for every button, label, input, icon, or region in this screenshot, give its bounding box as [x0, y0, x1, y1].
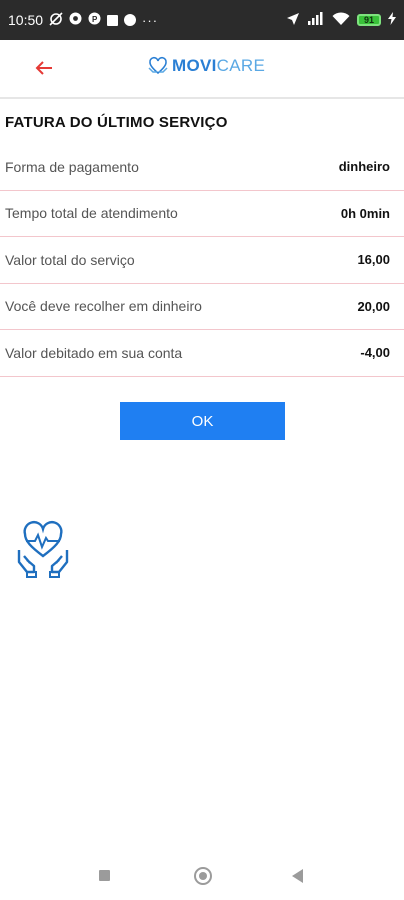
invoice-row-cash-to-collect: Você deve recolher em dinheiro 20,00 [0, 284, 404, 330]
back-arrow-icon [35, 61, 52, 75]
alarm-off-icon [49, 11, 63, 29]
home-button[interactable] [194, 867, 212, 885]
battery-icon: 91 [357, 14, 381, 26]
movicare-logo-icon [148, 56, 168, 75]
invoice-row-payment-method: Forma de pagamento dinheiro [0, 144, 404, 191]
row-value: 0h 0min [340, 205, 390, 221]
logo-text-movi: MOVI [172, 56, 217, 75]
invoice-row-service-total: Valor total do serviço 16,00 [0, 237, 404, 284]
row-value: -4,00 [360, 345, 390, 361]
row-value: 16,00 [357, 252, 390, 268]
more-notifications-icon: ··· [142, 12, 159, 28]
wifi-icon [332, 11, 350, 29]
square-notification-icon [107, 14, 119, 26]
charging-icon [388, 12, 396, 28]
movicare-logo: MOVICARE [148, 56, 265, 76]
heart-in-hands-icon [16, 520, 70, 578]
svg-text:P: P [92, 15, 98, 24]
page-title: FATURA DO ÚLTIMO SERVIÇO [5, 114, 228, 131]
status-bar: 10:50 P ··· 91 [0, 0, 404, 40]
row-label: Tempo total de atendimento [5, 205, 178, 222]
p-notification-icon: P [88, 12, 101, 28]
invoice-list: Forma de pagamento dinheiro Tempo total … [0, 144, 404, 377]
row-label: Valor total do serviço [5, 251, 135, 268]
row-label: Forma de pagamento [5, 158, 139, 175]
location-icon [286, 12, 300, 29]
invoice-row-account-debit: Valor debitado em sua conta -4,00 [0, 330, 404, 377]
system-nav-bar [0, 856, 404, 900]
recent-apps-button[interactable] [99, 870, 110, 881]
row-value: 20,00 [357, 298, 390, 314]
system-back-button[interactable] [292, 869, 303, 883]
row-label: Você deve recolher em dinheiro [5, 298, 202, 315]
signal-icon [307, 12, 325, 28]
back-button[interactable] [30, 54, 58, 82]
logo-text-care: CARE [216, 56, 266, 75]
circle-notification-icon [124, 14, 137, 26]
row-value: dinheiro [338, 159, 390, 175]
ok-button[interactable]: OK [120, 402, 285, 440]
invoice-row-total-time: Tempo total de atendimento 0h 0min [0, 191, 404, 237]
status-time: 10:50 [8, 12, 44, 28]
row-label: Valor debitado em sua conta [5, 344, 183, 361]
app-bar: MOVICARE [0, 40, 404, 99]
app-notification-icon [69, 12, 82, 28]
